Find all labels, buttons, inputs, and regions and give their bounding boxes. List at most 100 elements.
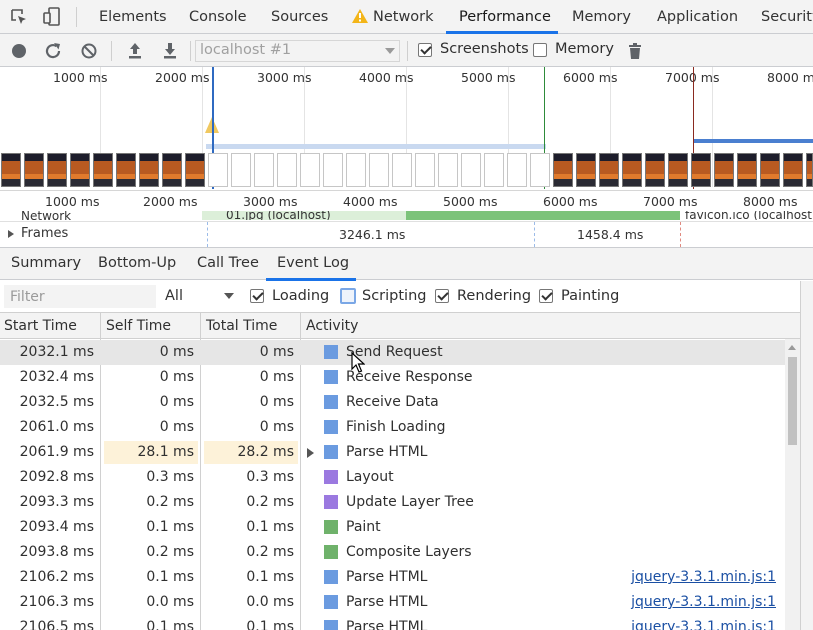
inspect-element-icon[interactable] bbox=[9, 7, 29, 27]
table-row[interactable]: 2106.2 ms 0.1 ms 0.1 ms Parse HTML jquery-3.… bbox=[0, 565, 785, 590]
table-row[interactable]: 2032.4 ms 0 ms 0 ms Receive Response bbox=[0, 365, 785, 390]
screenshot-frame[interactable] bbox=[231, 153, 251, 187]
screenshot-frame[interactable] bbox=[760, 153, 780, 187]
screenshot-frame[interactable] bbox=[806, 153, 813, 187]
expand-arrow-icon[interactable] bbox=[8, 230, 14, 238]
network-request-bar[interactable]: 01.jpg (localhost) bbox=[202, 211, 406, 220]
screenshot-frame[interactable] bbox=[116, 153, 136, 187]
screenshot-frame[interactable] bbox=[714, 153, 734, 187]
screenshot-frame[interactable] bbox=[369, 153, 389, 187]
screenshot-frame[interactable] bbox=[300, 153, 320, 187]
memory-checkbox[interactable] bbox=[533, 43, 547, 57]
chevron-down-icon[interactable] bbox=[224, 293, 234, 299]
screenshot-frame[interactable] bbox=[346, 153, 366, 187]
screenshot-frame[interactable] bbox=[576, 153, 596, 187]
tab-memory[interactable]: Memory bbox=[572, 0, 631, 34]
duration-select-value[interactable]: All bbox=[165, 288, 183, 304]
table-row[interactable]: 2061.9 ms 28.1 ms 28.2 ms Parse HTML bbox=[0, 440, 785, 465]
table-row[interactable]: 2092.8 ms 0.3 ms 0.3 ms Layout bbox=[0, 465, 785, 490]
save-profile-icon[interactable] bbox=[160, 41, 180, 61]
tab-application[interactable]: Application bbox=[657, 0, 738, 34]
table-row[interactable]: 2106.3 ms 0.0 ms 0.0 ms Parse HTML jquery-3.… bbox=[0, 590, 785, 615]
tab-console[interactable]: Console bbox=[189, 0, 247, 34]
load-profile-icon[interactable] bbox=[125, 41, 145, 61]
tab-performance[interactable]: Performance bbox=[459, 0, 551, 34]
timeline-overview[interactable]: 1000 ms 2000 ms 3000 ms 4000 ms 5000 ms … bbox=[0, 67, 813, 210]
loading-checkbox[interactable] bbox=[250, 289, 264, 303]
column-self-time[interactable]: Self Time bbox=[106, 318, 171, 334]
source-link[interactable]: jquery-3.3.1.min.js:1 bbox=[631, 569, 776, 585]
vertical-scrollbar[interactable] bbox=[785, 339, 800, 630]
scroll-up-icon[interactable] bbox=[788, 345, 796, 350]
tab-network[interactable]: Network bbox=[373, 0, 434, 34]
screenshot-frame[interactable] bbox=[737, 153, 757, 187]
source-link[interactable]: jquery-3.3.1.min.js:1 bbox=[631, 619, 776, 630]
frames-track[interactable]: 3246.1 ms 1458.4 ms bbox=[0, 221, 813, 247]
network-request-bar[interactable] bbox=[406, 211, 680, 220]
network-track[interactable]: Network 01.jpg (localhost) favicon.ico (… bbox=[0, 211, 813, 220]
painting-checkbox[interactable] bbox=[539, 289, 553, 303]
screenshot-frame[interactable] bbox=[392, 153, 412, 187]
tab-call-tree[interactable]: Call Tree bbox=[197, 255, 259, 271]
table-row[interactable]: 2032.1 ms 0 ms 0 ms Send Request bbox=[0, 340, 785, 365]
tab-event-log[interactable]: Event Log bbox=[277, 255, 349, 271]
screenshot-frame[interactable] bbox=[484, 153, 504, 187]
scrollbar-thumb[interactable] bbox=[788, 357, 797, 445]
ruler-divider bbox=[0, 190, 813, 191]
screenshot-frame[interactable] bbox=[783, 153, 803, 187]
rendering-checkbox[interactable] bbox=[435, 289, 449, 303]
ruler-tick: 6000 ms bbox=[563, 70, 618, 85]
table-row[interactable]: 2061.0 ms 0 ms 0 ms Finish Loading bbox=[0, 415, 785, 440]
tab-summary[interactable]: Summary bbox=[11, 255, 81, 271]
reload-icon[interactable] bbox=[43, 41, 63, 61]
table-row[interactable]: 2093.3 ms 0.2 ms 0.2 ms Update Layer Tree bbox=[0, 490, 785, 515]
screenshot-frame[interactable] bbox=[622, 153, 642, 187]
tab-bottom-up[interactable]: Bottom-Up bbox=[98, 255, 176, 271]
screenshot-frame[interactable] bbox=[599, 153, 619, 187]
column-start-time[interactable]: Start Time bbox=[4, 318, 77, 334]
screenshot-frame[interactable] bbox=[668, 153, 688, 187]
scripting-checkbox[interactable] bbox=[340, 288, 356, 304]
screenshot-frame[interactable] bbox=[185, 153, 205, 187]
network-request-bar[interactable]: favicon.ico (localhost) bbox=[681, 211, 813, 220]
source-link[interactable]: jquery-3.3.1.min.js:1 bbox=[631, 594, 776, 610]
screenshot-frame[interactable] bbox=[438, 153, 458, 187]
screenshot-frame[interactable] bbox=[530, 153, 550, 187]
expand-arrow-icon[interactable] bbox=[307, 448, 314, 458]
table-row[interactable]: 2032.5 ms 0 ms 0 ms Receive Data bbox=[0, 390, 785, 415]
device-toolbar-icon[interactable] bbox=[41, 6, 63, 28]
tab-security[interactable]: Security bbox=[761, 0, 813, 34]
total-time-cell: 0.0 ms bbox=[246, 594, 294, 610]
filter-input[interactable] bbox=[4, 285, 156, 308]
screenshot-frame[interactable] bbox=[254, 153, 274, 187]
screenshot-frame[interactable] bbox=[323, 153, 343, 187]
table-row[interactable]: 2093.4 ms 0.1 ms 0.1 ms Paint bbox=[0, 515, 785, 540]
tab-sources[interactable]: Sources bbox=[271, 0, 328, 34]
table-row[interactable]: 2106.5 ms 0.1 ms 0.1 ms Parse HTML jquery-3.… bbox=[0, 615, 785, 630]
screenshot-frame[interactable] bbox=[461, 153, 481, 187]
clear-icon[interactable] bbox=[79, 41, 99, 61]
screenshot-frame[interactable] bbox=[1, 153, 21, 187]
screenshot-frame[interactable] bbox=[162, 153, 182, 187]
screenshot-frame[interactable] bbox=[645, 153, 665, 187]
screenshots-checkbox[interactable] bbox=[418, 43, 432, 57]
tab-elements[interactable]: Elements bbox=[99, 0, 167, 34]
screenshot-frame[interactable] bbox=[70, 153, 90, 187]
screenshot-frame[interactable] bbox=[139, 153, 159, 187]
screenshot-frame[interactable] bbox=[507, 153, 527, 187]
column-total-time[interactable]: Total Time bbox=[206, 318, 277, 334]
record-icon[interactable] bbox=[9, 41, 29, 61]
table-row[interactable]: 2093.8 ms 0.2 ms 0.2 ms Composite Layers bbox=[0, 540, 785, 565]
screenshot-frame[interactable] bbox=[691, 153, 711, 187]
profile-select[interactable]: localhost #1 bbox=[195, 40, 400, 62]
screenshot-frame[interactable] bbox=[208, 153, 228, 187]
screenshot-frame[interactable] bbox=[553, 153, 573, 187]
screenshot-frame[interactable] bbox=[47, 153, 67, 187]
screenshot-frame[interactable] bbox=[93, 153, 113, 187]
column-activity[interactable]: Activity bbox=[306, 318, 358, 334]
screenshot-frame[interactable] bbox=[24, 153, 44, 187]
category-color-swatch bbox=[324, 345, 338, 359]
screenshot-frame[interactable] bbox=[277, 153, 297, 187]
screenshot-frame[interactable] bbox=[415, 153, 435, 187]
trash-icon[interactable] bbox=[625, 41, 645, 61]
